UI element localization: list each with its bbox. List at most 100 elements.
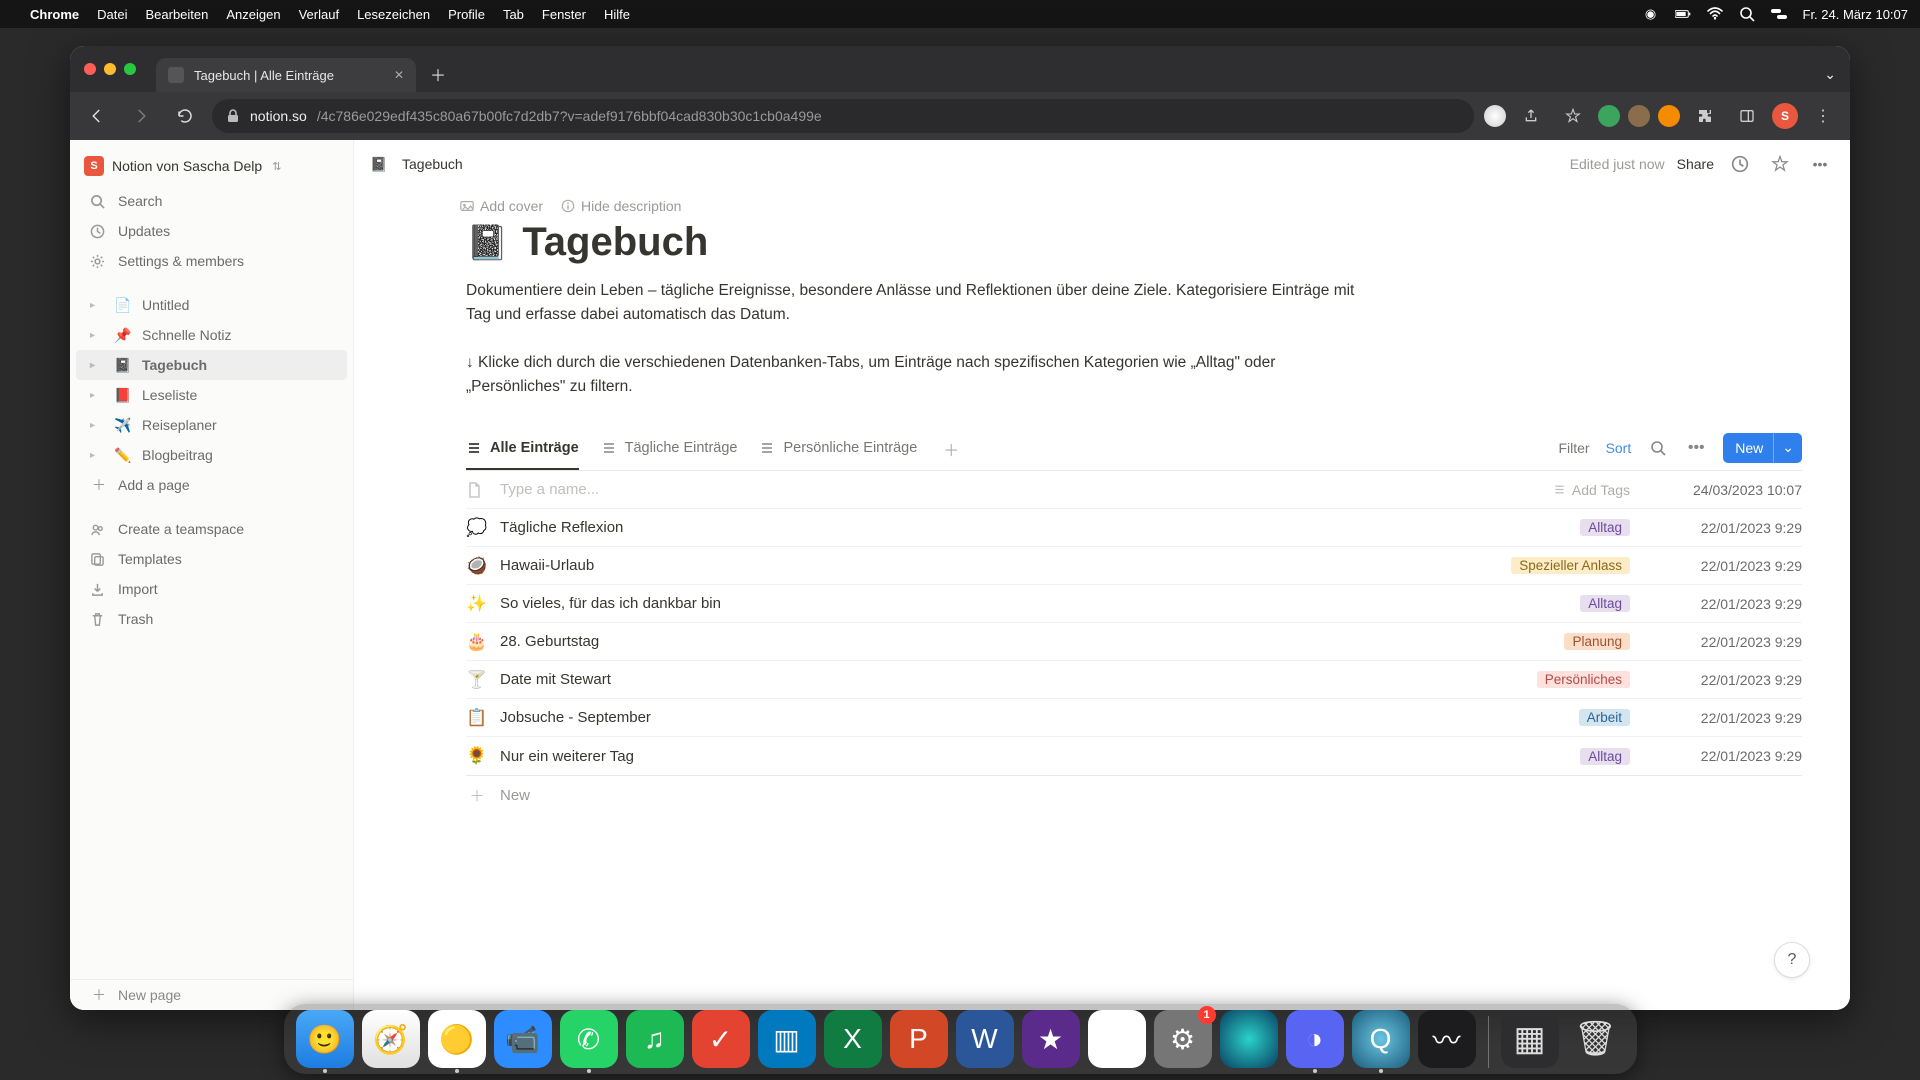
dock-app-settings[interactable]: ⚙1 bbox=[1154, 1010, 1212, 1068]
db-row[interactable]: 💭Tägliche ReflexionAlltag22/01/2023 9:29 bbox=[466, 509, 1802, 547]
share-button[interactable]: Share bbox=[1677, 156, 1714, 172]
chevron-right-icon[interactable]: ▸ bbox=[90, 300, 104, 311]
chrome-menu-icon[interactable]: ⋮ bbox=[1806, 99, 1840, 133]
menu-datei[interactable]: Datei bbox=[97, 7, 127, 22]
hide-description-button[interactable]: Hide description bbox=[561, 198, 681, 214]
dock-app-quicktime[interactable]: Q bbox=[1352, 1010, 1410, 1068]
db-view-daily[interactable]: Tägliche Einträge bbox=[601, 427, 738, 470]
menu-verlauf[interactable]: Verlauf bbox=[299, 7, 339, 22]
db-row[interactable]: 🎂28. GeburtstagPlanung22/01/2023 9:29 bbox=[466, 623, 1802, 661]
new-tab-button[interactable]: ＋ bbox=[424, 60, 452, 88]
dock-app-chrome[interactable]: 🟡 bbox=[428, 1010, 486, 1068]
menu-profile[interactable]: Profile bbox=[448, 7, 485, 22]
dock-app-siri[interactable] bbox=[1220, 1010, 1278, 1068]
sidebar-page-item[interactable]: ▸ ✏️ Blogbeitrag bbox=[76, 440, 347, 470]
help-fab[interactable]: ? bbox=[1774, 942, 1810, 978]
add-tags-button[interactable]: Add Tags bbox=[1553, 482, 1630, 498]
db-row[interactable]: Type a name...Add Tags24/03/2023 10:07 bbox=[466, 471, 1802, 509]
menu-tab[interactable]: Tab bbox=[503, 7, 524, 22]
row-title[interactable]: Nur ein weiterer Tag bbox=[500, 748, 1438, 765]
row-tag[interactable]: Alltag bbox=[1580, 519, 1630, 536]
db-new-row[interactable]: ＋ New bbox=[466, 776, 1802, 814]
browser-tab[interactable]: Tagebuch | Alle Einträge ✕ bbox=[156, 58, 416, 92]
sidebar-page-item[interactable]: ▸ 📕 Leseliste bbox=[76, 380, 347, 410]
tab-close-icon[interactable]: ✕ bbox=[394, 68, 404, 82]
page-title[interactable]: Tagebuch bbox=[522, 220, 708, 265]
more-menu-icon[interactable]: ••• bbox=[1806, 150, 1834, 178]
chevron-right-icon[interactable]: ▸ bbox=[90, 420, 104, 431]
dock-app-whatsapp[interactable]: ✆ bbox=[560, 1010, 618, 1068]
add-cover-button[interactable]: Add cover bbox=[460, 198, 543, 214]
dock-trash[interactable]: 🗑 bbox=[1567, 1010, 1625, 1068]
chevron-right-icon[interactable]: ▸ bbox=[90, 390, 104, 401]
sidebar-trash[interactable]: Trash bbox=[76, 604, 347, 634]
menubar-app-name[interactable]: Chrome bbox=[30, 7, 79, 22]
chevron-down-icon[interactable]: ⌄ bbox=[1773, 433, 1794, 463]
clock-updates-icon[interactable] bbox=[1726, 150, 1754, 178]
chrome-profile-avatar[interactable]: S bbox=[1772, 103, 1798, 129]
row-tag[interactable]: Alltag bbox=[1580, 748, 1630, 765]
chevron-right-icon[interactable]: ▸ bbox=[90, 330, 104, 341]
dock-app-discord[interactable]: ◑ bbox=[1286, 1010, 1344, 1068]
db-new-button[interactable]: New ⌄ bbox=[1723, 433, 1802, 463]
nav-forward-button[interactable] bbox=[124, 99, 158, 133]
ext-brown-icon[interactable] bbox=[1628, 105, 1650, 127]
favorite-star-icon[interactable] bbox=[1766, 150, 1794, 178]
menubar-clock[interactable]: Fr. 24. März 10:07 bbox=[1803, 7, 1909, 22]
row-title[interactable]: Hawaii-Urlaub bbox=[500, 557, 1438, 574]
sidebar-page-item[interactable]: ▸ 📄 Untitled bbox=[76, 290, 347, 320]
sidepanel-icon[interactable] bbox=[1730, 99, 1764, 133]
wifi-icon[interactable] bbox=[1707, 6, 1723, 22]
dock-app-drive[interactable]: ▲ bbox=[1088, 1010, 1146, 1068]
row-title-placeholder[interactable]: Type a name... bbox=[500, 481, 1438, 498]
sidebar-settings[interactable]: Settings & members bbox=[76, 246, 347, 276]
sidebar-add-page[interactable]: ＋ Add a page bbox=[76, 470, 347, 500]
nav-back-button[interactable] bbox=[80, 99, 114, 133]
dock-app-trello[interactable]: ▥ bbox=[758, 1010, 816, 1068]
share-button[interactable] bbox=[1514, 99, 1548, 133]
db-sort-button[interactable]: Sort bbox=[1606, 440, 1632, 456]
screen-record-icon[interactable]: ◉ bbox=[1643, 6, 1659, 22]
window-maximize-button[interactable] bbox=[124, 63, 136, 75]
row-tag[interactable]: Alltag bbox=[1580, 595, 1630, 612]
row-title[interactable]: 28. Geburtstag bbox=[500, 633, 1438, 650]
menu-bearbeiten[interactable]: Bearbeiten bbox=[145, 7, 208, 22]
row-tag[interactable]: Arbeit bbox=[1579, 709, 1630, 726]
sidebar-teamspace[interactable]: Create a teamspace bbox=[76, 514, 347, 544]
tab-overflow-icon[interactable]: ⌄ bbox=[1824, 66, 1836, 83]
dock-app-excel[interactable]: X bbox=[824, 1010, 882, 1068]
chevron-right-icon[interactable]: ▸ bbox=[90, 450, 104, 461]
address-bar[interactable]: notion.so/4c786e029edf435c80a67b00fc7d2d… bbox=[212, 99, 1474, 133]
dock-app-powerpoint[interactable]: P bbox=[890, 1010, 948, 1068]
db-row[interactable]: 🌻Nur ein weiterer TagAlltag22/01/2023 9:… bbox=[466, 737, 1802, 775]
spotlight-icon[interactable] bbox=[1739, 6, 1755, 22]
page-title-icon[interactable]: 📓 bbox=[466, 223, 508, 263]
sidebar-page-item[interactable]: ▸ ✈️ Reiseplaner bbox=[76, 410, 347, 440]
menu-hilfe[interactable]: Hilfe bbox=[604, 7, 630, 22]
bookmark-star-icon[interactable] bbox=[1556, 99, 1590, 133]
row-title[interactable]: Tägliche Reflexion bbox=[500, 519, 1438, 536]
breadcrumb[interactable]: Tagebuch bbox=[402, 156, 463, 172]
db-more-icon[interactable]: ••• bbox=[1685, 437, 1707, 459]
window-minimize-button[interactable] bbox=[104, 63, 116, 75]
dock-app-safari[interactable]: 🧭 bbox=[362, 1010, 420, 1068]
dock-app-imovie[interactable]: ★ bbox=[1022, 1010, 1080, 1068]
extensions-puzzle-icon[interactable] bbox=[1688, 99, 1722, 133]
menu-anzeigen[interactable]: Anzeigen bbox=[226, 7, 280, 22]
row-title[interactable]: So vieles, für das ich dankbar bin bbox=[500, 595, 1438, 612]
dock-app-spotify[interactable]: ♫ bbox=[626, 1010, 684, 1068]
sidebar-templates[interactable]: Templates bbox=[76, 544, 347, 574]
db-row[interactable]: 📋Jobsuche - SeptemberArbeit22/01/2023 9:… bbox=[466, 699, 1802, 737]
dock-app-voice-memo[interactable]: 〰 bbox=[1418, 1010, 1476, 1068]
dock-app-word[interactable]: W bbox=[956, 1010, 1014, 1068]
db-row[interactable]: 🍸Date mit StewartPersönliches22/01/2023 … bbox=[466, 661, 1802, 699]
sidebar-updates[interactable]: Updates bbox=[76, 216, 347, 246]
sidebar-search[interactable]: Search bbox=[76, 186, 347, 216]
page-description[interactable]: Dokumentiere dein Leben – tägliche Ereig… bbox=[466, 279, 1366, 327]
row-title[interactable]: Jobsuche - September bbox=[500, 709, 1438, 726]
dock-mission-control[interactable]: ▦ bbox=[1501, 1010, 1559, 1068]
ext-orange-icon[interactable] bbox=[1658, 105, 1680, 127]
db-view-all[interactable]: Alle Einträge bbox=[466, 427, 579, 470]
row-tag[interactable]: Spezieller Anlass bbox=[1511, 557, 1630, 574]
db-view-personal[interactable]: Persönliche Einträge bbox=[759, 427, 917, 470]
